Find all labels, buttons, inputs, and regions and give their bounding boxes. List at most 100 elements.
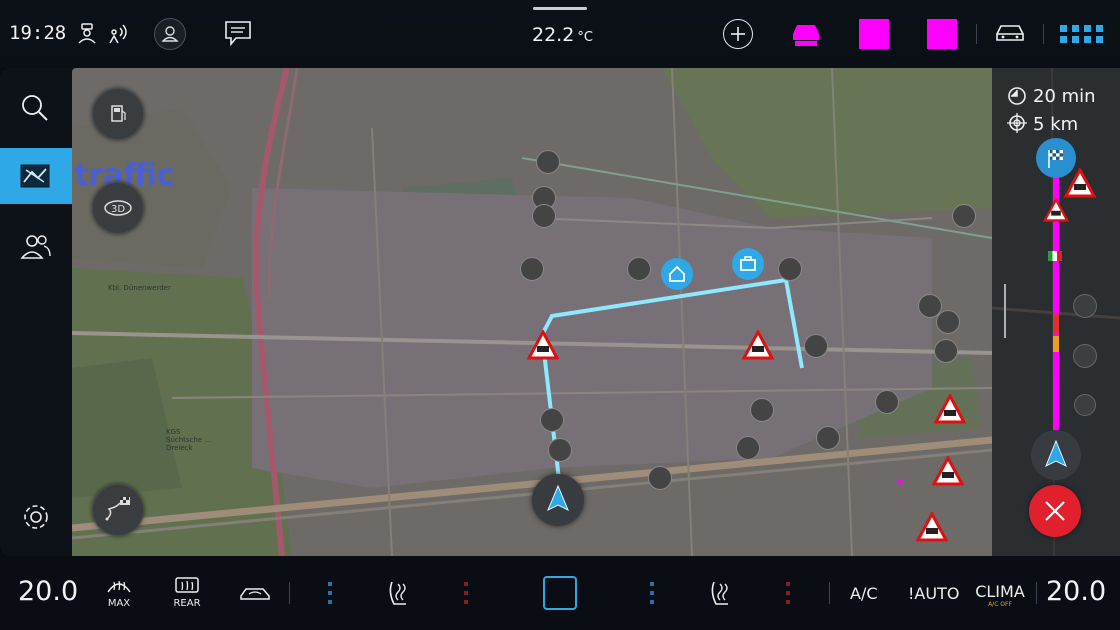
max-label: MAX: [107, 598, 131, 609]
defrost-rear-icon: [175, 577, 199, 593]
zoo-icon[interactable]: [804, 334, 828, 358]
restaurant-icon[interactable]: [1073, 294, 1097, 318]
navigation-map[interactable]: traffic Kbl. Dünenwerder KGS Süchtsche .…: [72, 68, 992, 556]
app-shortcut-1[interactable]: [859, 19, 889, 49]
user-icon: [161, 26, 179, 42]
clima-button[interactable]: CLIMA A/C OFF: [975, 582, 1025, 608]
temperature-unit: °C: [577, 30, 593, 45]
work-marker-icon[interactable]: [732, 248, 764, 280]
traffic-warning-icon[interactable]: [1064, 168, 1096, 198]
charging-station-icon[interactable]: [952, 204, 976, 228]
autobahn-icon[interactable]: [875, 390, 899, 414]
pull-handle[interactable]: [533, 7, 587, 10]
rear-defrost-button[interactable]: REAR: [170, 576, 204, 612]
charging-station-icon[interactable]: [520, 257, 544, 281]
route-progress-segment: [1053, 336, 1059, 352]
remaining-time-unit: min: [1061, 86, 1096, 107]
top-status-bar: 19:28 22.2 °C: [0, 0, 1120, 68]
scroll-indicator[interactable]: [1004, 284, 1006, 338]
clima-sub-label: A/C OFF: [988, 601, 1012, 608]
search-icon[interactable]: [20, 93, 50, 123]
ac-button[interactable]: A/C: [850, 584, 878, 603]
messages-icon[interactable]: [224, 20, 252, 46]
cancel-route-button[interactable]: [1029, 485, 1081, 537]
3d-view-icon: 3D: [104, 200, 132, 216]
right-seat-cool-level[interactable]: [786, 582, 790, 604]
divider: [829, 582, 830, 604]
settings-gear-icon[interactable]: [21, 502, 51, 532]
restaurant-icon[interactable]: [548, 438, 572, 462]
divider: [1036, 582, 1037, 604]
car-status-icon[interactable]: [789, 18, 823, 48]
parking-icon[interactable]: [936, 310, 960, 334]
add-button[interactable]: [723, 19, 753, 49]
remaining-distance-unit: km: [1050, 114, 1079, 135]
right-temperature[interactable]: 20.0: [1046, 576, 1106, 607]
remaining-distance-value: 5: [1033, 114, 1045, 135]
app-shortcut-2[interactable]: [927, 19, 957, 49]
gas-station-brand-icon[interactable]: [648, 466, 672, 490]
left-temperature[interactable]: 20.0: [18, 576, 78, 607]
autobahn-icon[interactable]: [1074, 394, 1096, 416]
distance-target-icon: [1007, 113, 1027, 133]
charging-station-icon[interactable]: [778, 257, 802, 281]
left-sidebar: [0, 68, 72, 556]
clock-icon: [1008, 87, 1026, 105]
sidebar-item-map[interactable]: [0, 148, 72, 204]
traffic-warning-icon[interactable]: [916, 512, 948, 542]
route-overview-button[interactable]: [92, 484, 144, 536]
seat-ventilation-icon[interactable]: [384, 578, 414, 608]
train-station-icon[interactable]: [816, 426, 840, 450]
traffic-warning-icon[interactable]: [742, 330, 774, 360]
divider: [1043, 24, 1044, 44]
route-panel: 20 min 5 km: [992, 68, 1120, 556]
temperature-value: 22.2: [532, 24, 575, 46]
vehicle-position-icon: [1031, 430, 1081, 480]
defrost-front-icon: [107, 580, 131, 593]
charging-station-icon[interactable]: [532, 204, 556, 228]
parking-icon[interactable]: [934, 339, 958, 363]
seat-ventilation-icon[interactable]: [706, 578, 736, 608]
remaining-time-value: 20: [1033, 86, 1056, 107]
divider: [289, 582, 290, 604]
traffic-warning-icon[interactable]: [934, 394, 966, 424]
left-seat-cool-level[interactable]: [464, 582, 468, 604]
traffic-warning-icon[interactable]: [527, 330, 559, 360]
remaining-distance: 5 km: [1033, 114, 1078, 135]
plus-icon: [731, 27, 745, 41]
map-place-label: Kbl. Dünenwerder: [108, 284, 171, 292]
climate-bar: 20.0 MAX REAR A/C !AUTO CLIMA A/C OFF 20…: [0, 556, 1120, 630]
3d-view-button[interactable]: 3D: [92, 182, 144, 234]
clock: 19:28: [9, 22, 67, 44]
air-recirculation-icon[interactable]: [239, 584, 271, 602]
point-of-interest-icon[interactable]: [750, 398, 774, 422]
cabin-temperature: 22.2 °C: [532, 24, 593, 46]
charging-station-icon[interactable]: [736, 436, 760, 460]
right-seat-heat-level[interactable]: [650, 582, 654, 604]
max-defrost-button[interactable]: MAX: [102, 576, 136, 612]
information-icon[interactable]: [540, 408, 564, 432]
close-icon: [1045, 501, 1065, 521]
app-grid-icon[interactable]: [1060, 25, 1104, 43]
traffic-warning-icon[interactable]: [1043, 198, 1069, 222]
charging-station-icon[interactable]: [536, 150, 560, 174]
auto-button[interactable]: !AUTO: [908, 584, 959, 603]
fan-control-button[interactable]: [543, 576, 577, 610]
left-seat-heat-level[interactable]: [328, 582, 332, 604]
charging-station-icon[interactable]: [627, 257, 651, 281]
route-progress-segment: [1053, 313, 1059, 333]
vehicle-icon[interactable]: [994, 22, 1026, 44]
fuel-filter-button[interactable]: [92, 88, 144, 140]
home-marker-icon[interactable]: [661, 258, 693, 290]
map-place-label: KGS Süchtsche ... Dreieck: [166, 428, 212, 452]
route-flag-icon: [105, 497, 130, 521]
svg-text:3D: 3D: [111, 204, 125, 215]
user-profile-button[interactable]: [154, 18, 186, 50]
traffic-warning-icon[interactable]: [932, 456, 964, 486]
contacts-icon[interactable]: [20, 232, 52, 260]
remaining-time: 20 min: [1033, 86, 1096, 107]
fuel-pump-icon: [111, 105, 126, 122]
restaurant-icon[interactable]: [1073, 344, 1097, 368]
flag-marker-icon: [1048, 251, 1062, 261]
driver-profile-icon: [78, 23, 96, 44]
